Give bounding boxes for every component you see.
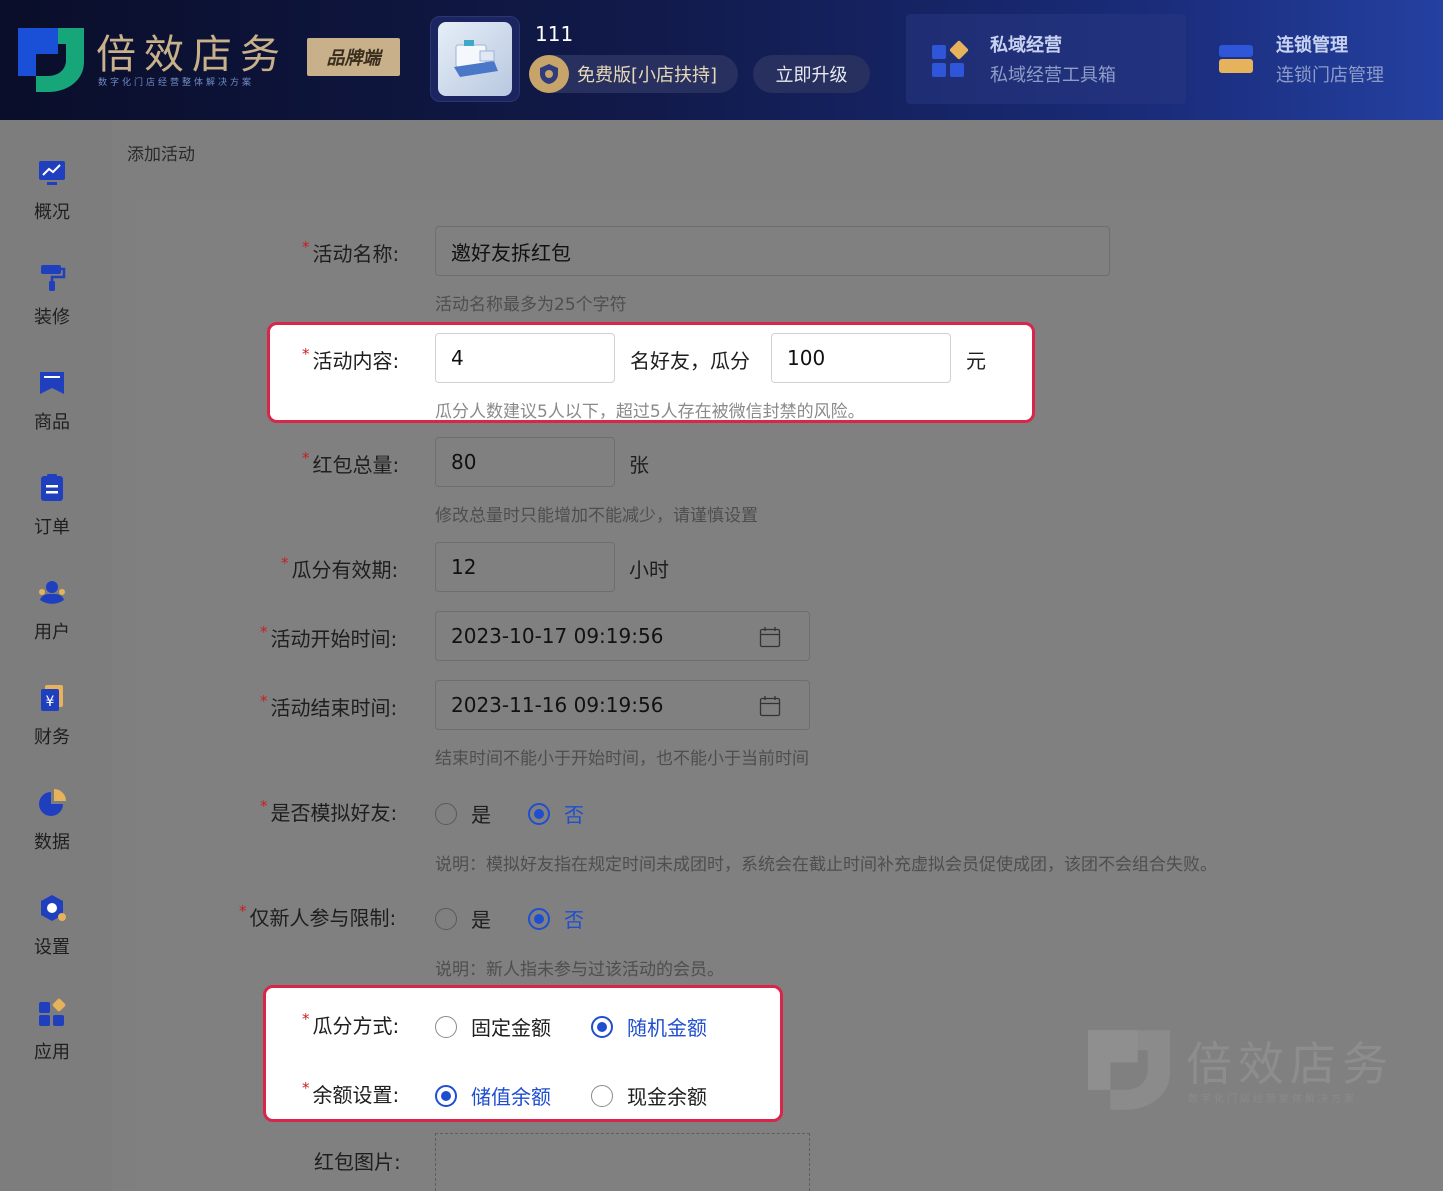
simulate-no-radio[interactable]: 否 — [528, 799, 584, 828]
sidebar-item-orders[interactable]: 订单 — [0, 473, 104, 553]
brand-badge: 品牌端 — [307, 38, 400, 76]
balance-setting-label: * 余额设置: — [302, 1079, 400, 1107]
clipboard-icon — [41, 474, 63, 501]
pie-chart-icon — [39, 789, 66, 816]
upgrade-button[interactable]: 立即升级 — [753, 55, 870, 93]
activity-name-input[interactable]: 邀好友拆红包 — [435, 226, 1110, 276]
sidebar-item-data[interactable]: 数据 — [0, 788, 104, 868]
store-avatar[interactable] — [430, 16, 520, 102]
stored-balance-radio[interactable]: 储值余额 — [435, 1081, 551, 1110]
end-time-hint: 结束时间不能小于开始时间，也不能小于当前时间 — [435, 749, 809, 769]
yuan-wallet-icon: ¥ — [41, 685, 63, 711]
simulate-yes-radio[interactable]: 是 — [435, 799, 491, 828]
sidebar-item-finance[interactable]: ¥ 财务 — [0, 683, 104, 763]
packet-total-input[interactable]: 80 — [435, 437, 615, 487]
private-domain-tool[interactable]: 私域经营 私域经营工具箱 — [906, 14, 1186, 104]
start-time-value: 2023-10-17 09:19:56 — [451, 624, 664, 648]
sidebar: 概况 装修 商品 订单 用户 ¥ 财务 数据 设置 应用 — [0, 120, 112, 1191]
packet-total-hint: 修改总量时只能增加不能减少，请谨慎设置 — [435, 506, 758, 526]
store-name: 111 — [535, 22, 574, 46]
logo-subtitle: 数字化门店经营整体解决方案 — [98, 78, 255, 88]
simulate-friends-hint: 说明：模拟好友指在规定时间未成团时，系统会在截止时间补充虚拟会员促使成团，该团不… — [435, 855, 1217, 875]
activity-name-label: * 活动名称: — [302, 238, 400, 266]
watermark-logo: 倍效店务 数字化门店经营整体解决方案 — [1088, 1028, 1418, 1113]
paint-roller-icon — [41, 265, 66, 291]
friend-count-input[interactable]: 4 — [435, 333, 615, 383]
newbie-yes-radio[interactable]: 是 — [435, 904, 491, 933]
sidebar-item-settings[interactable]: 设置 — [0, 893, 104, 973]
end-time-picker[interactable]: 2023-11-16 09:19:56 — [435, 680, 810, 730]
plan-badge[interactable]: 免费版[小店扶持] — [529, 55, 738, 93]
logo-text: 倍效店务 — [96, 32, 288, 78]
end-time-value: 2023-11-16 09:19:56 — [451, 693, 664, 717]
cash-balance-radio[interactable]: 现金余额 — [591, 1081, 707, 1110]
calendar-icon — [759, 627, 781, 648]
watermark-logo-icon — [1088, 1030, 1170, 1110]
watermark-subtitle: 数字化门店经营整体解决方案 — [1188, 1094, 1357, 1105]
grid-diamond-icon — [932, 40, 969, 77]
packet-image-upload[interactable] — [435, 1133, 810, 1191]
product-tag-icon — [40, 372, 64, 394]
top-header: 倍效店务 数字化门店经营整体解决方案 品牌端 111 免费版[小店扶持] 立即升… — [0, 0, 1443, 120]
plan-label: 免费版[小店扶持] — [577, 65, 718, 86]
chain-management-title: 连锁管理 — [1276, 35, 1348, 56]
watermark-text: 倍效店务 — [1186, 1037, 1394, 1091]
apps-grid-icon — [39, 998, 66, 1026]
activity-content-highlight: * 活动内容: 4 名好友，瓜分 100 元 瓜分人数建议5人以下，超过5人存在被… — [267, 322, 1035, 423]
split-balance-highlight: * 瓜分方式: 固定金额 随机金额 * 余额设置: 储值余额 现金余额 — [263, 985, 783, 1122]
sidebar-item-overview[interactable]: 概况 — [0, 158, 104, 238]
sidebar-item-users[interactable]: 用户 — [0, 578, 104, 658]
calendar-icon — [759, 696, 781, 717]
validity-label: * 瓜分有效期: — [281, 554, 399, 582]
newbie-limit-hint: 说明：新人指未参与过该活动的会员。 — [435, 960, 724, 980]
fixed-amount-radio[interactable]: 固定金额 — [435, 1012, 551, 1041]
random-amount-radio[interactable]: 随机金额 — [591, 1012, 707, 1041]
packet-image-label: 红包图片: — [314, 1150, 401, 1174]
activity-content-label: * 活动内容: — [302, 345, 400, 373]
store-icon — [1219, 45, 1253, 73]
end-time-label: * 活动结束时间: — [260, 692, 398, 720]
chart-monitor-icon — [39, 161, 65, 185]
start-time-picker[interactable]: 2023-10-17 09:19:56 — [435, 611, 810, 661]
yuan-unit: 元 — [966, 349, 986, 373]
hour-unit: 小时 — [629, 558, 669, 582]
sidebar-item-decoration[interactable]: 装修 — [0, 263, 104, 343]
users-icon — [39, 581, 65, 604]
newbie-limit-label: * 仅新人参与限制: — [239, 902, 397, 930]
friends-split-text: 名好友，瓜分 — [630, 349, 750, 373]
breadcrumb: 添加活动 — [127, 145, 195, 165]
activity-name-hint: 活动名称最多为25个字符 — [435, 295, 627, 315]
newbie-no-radio[interactable]: 否 — [528, 904, 584, 933]
packet-total-label: * 红包总量: — [302, 449, 400, 477]
chain-management-tool[interactable]: 连锁管理 连锁门店管理 — [1200, 14, 1443, 104]
activity-content-hint: 瓜分人数建议5人以下，超过5人存在被微信封禁的风险。 — [435, 402, 865, 422]
simulate-friends-label: * 是否模拟好友: — [260, 797, 398, 825]
chain-management-subtitle: 连锁门店管理 — [1276, 65, 1384, 86]
private-domain-subtitle: 私域经营工具箱 — [990, 65, 1116, 86]
svg-text:¥: ¥ — [46, 694, 55, 710]
validity-input[interactable]: 12 — [435, 542, 615, 592]
private-domain-title: 私域经营 — [990, 35, 1062, 56]
start-time-label: * 活动开始时间: — [260, 623, 398, 651]
split-mode-label: * 瓜分方式: — [302, 1010, 400, 1038]
logo-mark-icon — [18, 28, 84, 92]
sidebar-item-apps[interactable]: 应用 — [0, 998, 104, 1078]
store-illustration-icon — [454, 40, 498, 77]
packet-unit: 张 — [629, 453, 649, 477]
gear-hex-icon — [41, 895, 66, 921]
split-amount-input[interactable]: 100 — [771, 333, 951, 383]
sidebar-item-products[interactable]: 商品 — [0, 368, 104, 448]
shield-icon — [529, 55, 569, 93]
